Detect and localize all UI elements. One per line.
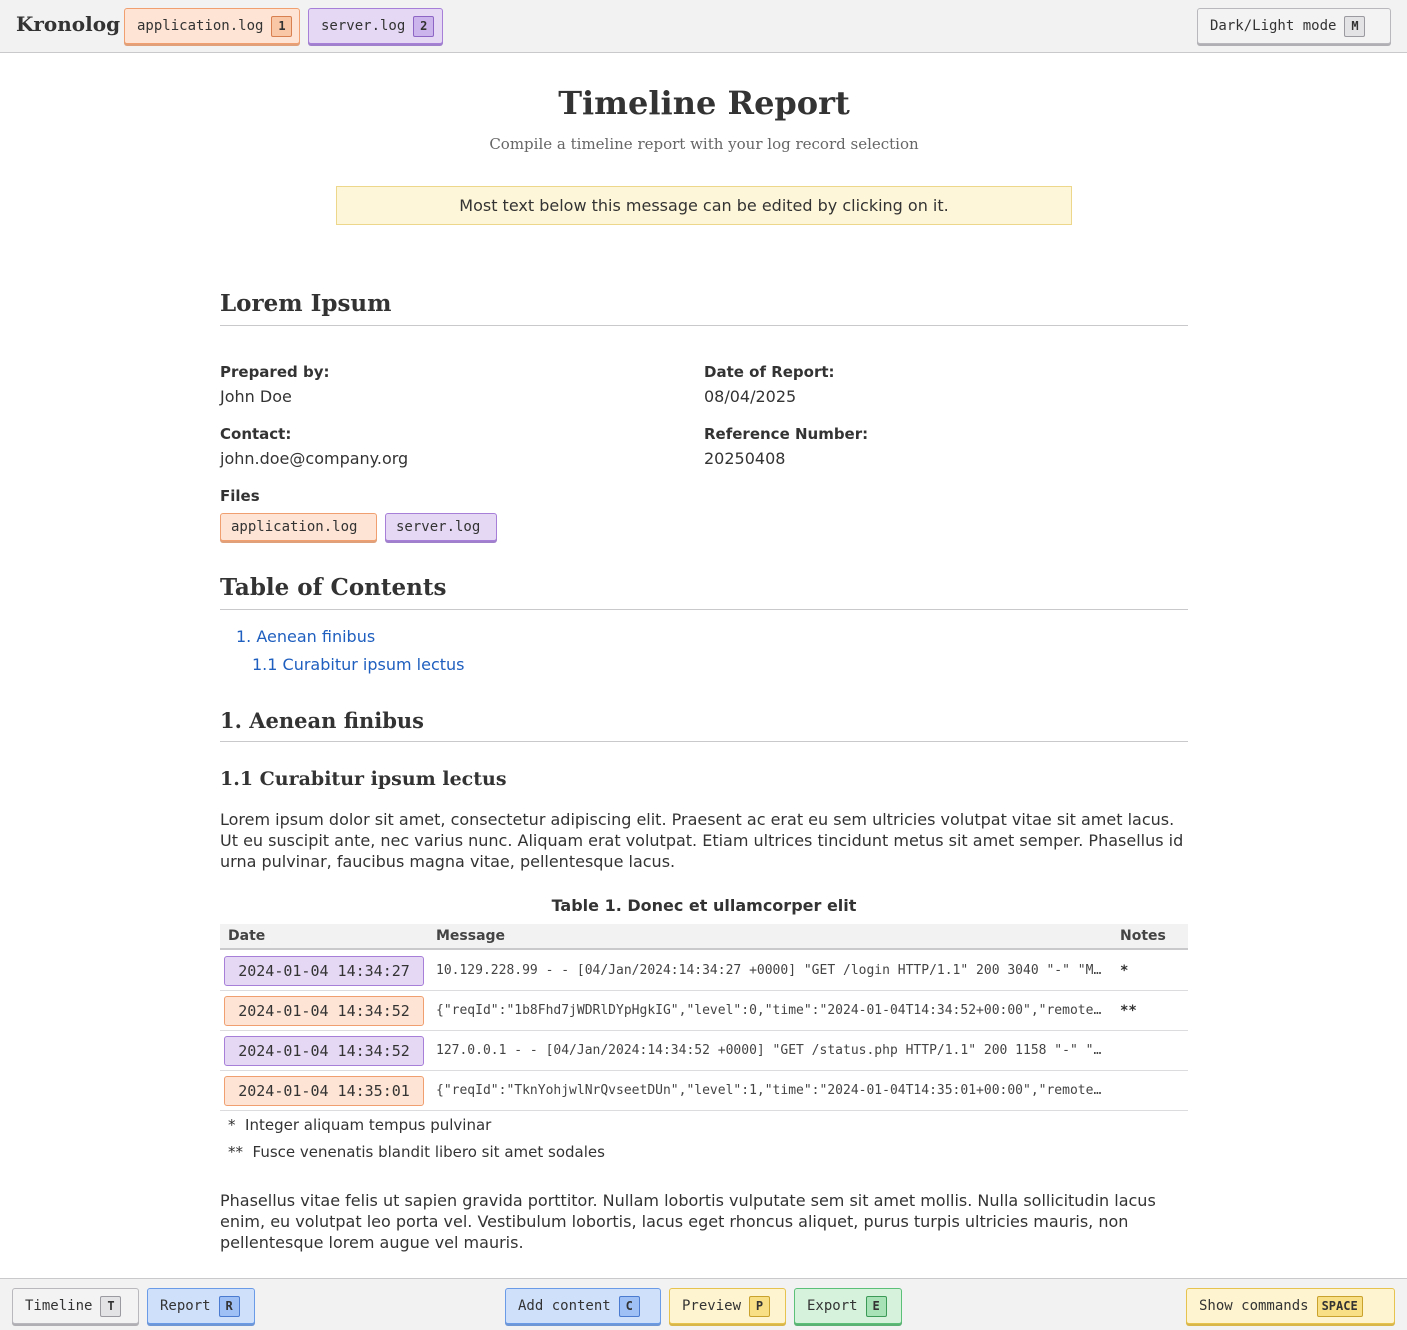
toc-link-curabitur-ipsum-lectus[interactable]: 1.1 Curabitur ipsum lectus <box>252 655 465 674</box>
preview-button[interactable]: Preview P <box>669 1288 786 1324</box>
app-brand: Kronolog <box>16 12 121 36</box>
date-of-report-label: Date of Report: <box>704 363 835 381</box>
record-message: {"reqId":"1b8Fhd7jWDRlDYpHgkIG","level":… <box>436 1003 1102 1018</box>
files-label: Files <box>220 487 260 505</box>
timeline-button[interactable]: Timeline T <box>12 1288 139 1324</box>
column-header-message: Message <box>436 928 506 944</box>
button-label: Preview <box>682 1298 742 1314</box>
top-bar: Kronolog application.log 1 server.log 2 … <box>0 0 1407 53</box>
section-paragraph[interactable]: Lorem ipsum dolor sit amet, consectetur … <box>220 809 1188 872</box>
date-of-report-value[interactable]: 08/04/2025 <box>704 387 796 406</box>
footnote-mark: ** <box>228 1143 243 1161</box>
subsection-heading[interactable]: 1.1 Curabitur ipsum lectus <box>220 768 507 790</box>
file-tab-label: server.log <box>321 18 406 34</box>
record-message: 10.129.228.99 - - [04/Jan/2024:14:34:27 … <box>436 963 1102 978</box>
show-commands-button[interactable]: Show commands SPACE <box>1186 1288 1395 1324</box>
table-caption[interactable]: Table 1. Donec et ullamcorper elit <box>220 896 1188 915</box>
footnote-text: Integer aliquam tempus pulvinar <box>245 1116 492 1134</box>
toc-link-aenean-finibus[interactable]: 1. Aenean finibus <box>236 627 375 646</box>
export-button[interactable]: Export E <box>794 1288 902 1324</box>
column-header-date: Date <box>228 928 266 944</box>
record-date-badge: 2024-01-04 14:34:52 <box>224 1036 424 1066</box>
section-paragraph[interactable]: Phasellus vitae felis ut sapien gravida … <box>220 1190 1188 1253</box>
file-badge-application-log: application.log <box>220 513 377 541</box>
button-label: Dark/Light mode <box>1210 18 1337 34</box>
button-label: Export <box>807 1298 858 1314</box>
shortcut-key: 1 <box>271 15 293 37</box>
table-footnote[interactable]: ** Fusce venenatis blandit libero sit am… <box>228 1143 605 1161</box>
record-note[interactable]: * <box>1120 963 1128 979</box>
shortcut-key: 2 <box>413 15 435 37</box>
bottom-toolbar: Timeline T Report R Add content C Previe… <box>0 1278 1407 1330</box>
record-message: {"reqId":"TknYohjwlNrQvseetDUn","level":… <box>436 1083 1102 1098</box>
button-label: Add content <box>518 1298 611 1314</box>
button-label: Show commands <box>1199 1298 1309 1314</box>
shortcut-key: M <box>1344 15 1366 37</box>
toc-heading[interactable]: Table of Contents <box>220 574 1188 610</box>
shortcut-key: T <box>100 1295 122 1317</box>
table-row[interactable]: 2024-01-04 14:34:52 127.0.0.1 - - [04/Ja… <box>220 1031 1188 1071</box>
shortcut-key: SPACE <box>1316 1295 1363 1317</box>
table-row[interactable]: 2024-01-04 14:34:52 {"reqId":"1b8Fhd7jWD… <box>220 991 1188 1031</box>
shortcut-key: C <box>618 1295 640 1317</box>
report-heading[interactable]: Lorem Ipsum <box>220 290 1188 326</box>
table-header: Date Message Notes <box>220 924 1188 950</box>
file-badge-server-log: server.log <box>385 513 497 541</box>
reference-number-value[interactable]: 20250408 <box>704 449 785 468</box>
footnote-text: Fusce venenatis blandit libero sit amet … <box>252 1143 605 1161</box>
prepared-by-label: Prepared by: <box>220 363 330 381</box>
button-label: Timeline <box>25 1298 93 1314</box>
section-heading[interactable]: 1. Aenean finibus <box>220 708 1188 742</box>
footnote-mark: * <box>228 1116 236 1134</box>
table-row[interactable]: 2024-01-04 14:35:01 {"reqId":"TknYohjwlN… <box>220 1071 1188 1111</box>
button-label: Report <box>160 1298 211 1314</box>
record-message: 127.0.0.1 - - [04/Jan/2024:14:34:52 +000… <box>436 1043 1102 1058</box>
file-tab-application-log[interactable]: application.log 1 <box>124 8 300 44</box>
record-date-badge: 2024-01-04 14:34:27 <box>224 956 424 986</box>
report-button[interactable]: Report R <box>147 1288 255 1324</box>
shortcut-key: P <box>749 1295 771 1317</box>
add-content-button[interactable]: Add content C <box>505 1288 661 1324</box>
reference-number-label: Reference Number: <box>704 425 869 443</box>
contact-value[interactable]: john.doe@company.org <box>220 449 408 468</box>
table-footnote[interactable]: * Integer aliquam tempus pulvinar <box>228 1116 491 1134</box>
edit-notice: Most text below this message can be edit… <box>336 186 1072 225</box>
record-date-badge: 2024-01-04 14:34:52 <box>224 996 424 1026</box>
shortcut-key: R <box>218 1295 240 1317</box>
shortcut-key: E <box>865 1295 887 1317</box>
column-header-notes: Notes <box>1120 928 1166 944</box>
prepared-by-value[interactable]: John Doe <box>220 387 292 406</box>
dark-light-mode-button[interactable]: Dark/Light mode M <box>1197 8 1391 44</box>
file-tab-label: application.log <box>137 18 264 34</box>
file-tab-server-log[interactable]: server.log 2 <box>308 8 443 44</box>
page-subtitle: Compile a timeline report with your log … <box>489 135 919 153</box>
record-date-badge: 2024-01-04 14:35:01 <box>224 1076 424 1106</box>
page-title: Timeline Report <box>558 84 850 122</box>
table-row[interactable]: 2024-01-04 14:34:27 10.129.228.99 - - [0… <box>220 951 1188 991</box>
record-note[interactable]: ** <box>1120 1003 1137 1019</box>
contact-label: Contact: <box>220 425 292 443</box>
